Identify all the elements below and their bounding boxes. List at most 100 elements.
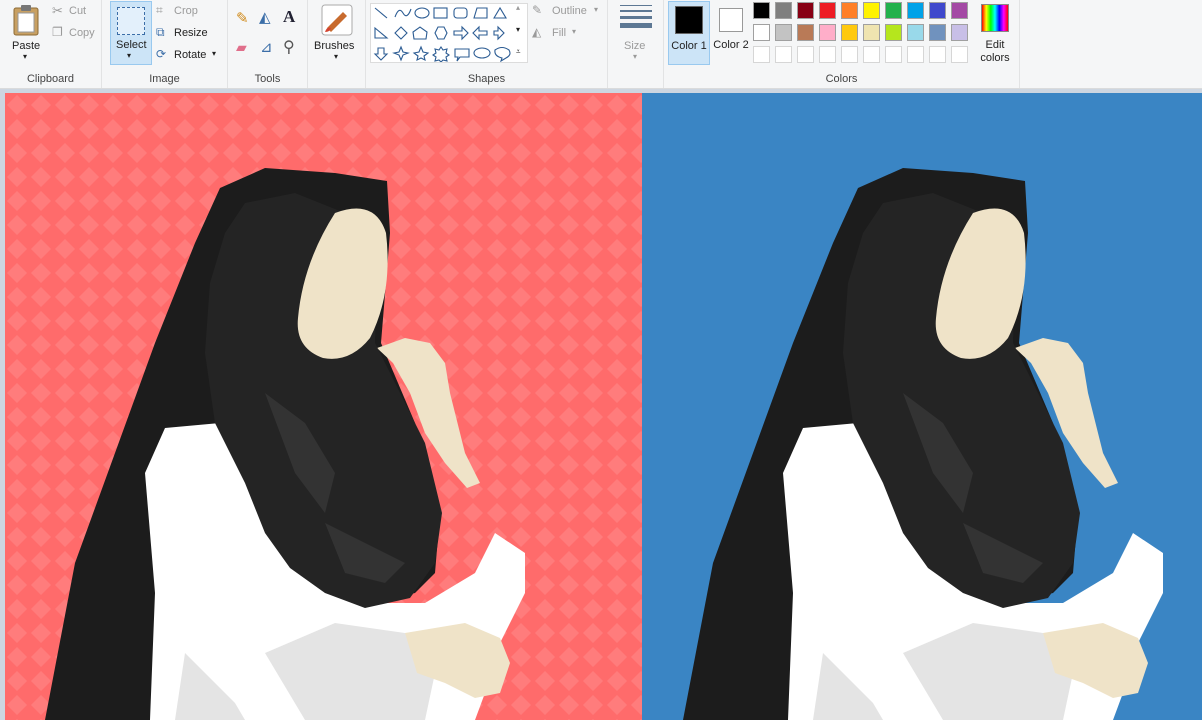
chevron-down-icon: ▾ <box>212 49 217 58</box>
ribbon: Paste ▾ ✂ Cut ❐ Copy Clipboard Select ▾ … <box>0 0 1202 89</box>
rotate-label: Rotate <box>174 49 207 61</box>
clipboard-group-label: Clipboard <box>26 73 75 85</box>
color1-button[interactable]: Color 1 <box>668 1 710 65</box>
crop-icon: ⌗ <box>156 3 163 17</box>
color-palette <box>753 2 973 66</box>
size-label: Size <box>624 40 646 52</box>
palette-swatch[interactable] <box>797 2 814 19</box>
resize-button[interactable]: ⧉ Resize <box>156 25 222 43</box>
resize-icon: ⧉ <box>156 25 165 39</box>
shapes-scroll[interactable]: ▴ ▾ ⩡ <box>514 3 526 63</box>
expand-icon: ⩡ <box>516 47 521 56</box>
fill-label: Fill <box>552 27 567 39</box>
palette-swatch[interactable] <box>907 24 924 41</box>
size-group: Size ▾ <box>608 0 664 88</box>
magnifier-icon[interactable]: ⚲ <box>283 37 295 57</box>
canvas-area <box>0 89 1202 720</box>
palette-custom-slot[interactable] <box>885 46 902 63</box>
palette-swatch[interactable] <box>863 2 880 19</box>
palette-custom-slot[interactable] <box>753 46 770 63</box>
clipboard-icon <box>13 5 39 36</box>
cut-button[interactable]: ✂ Cut <box>50 3 98 21</box>
palette-custom-slot[interactable] <box>841 46 858 63</box>
shapes-group: ▴ ▾ ⩡ ✎ Outline ▾ ◭ Fill ▾ Shapes <box>366 0 608 88</box>
palette-swatch[interactable] <box>885 24 902 41</box>
outline-button[interactable]: ✎ Outline ▾ <box>532 3 606 21</box>
color-wheel-icon <box>981 4 1009 32</box>
drawing-canvas[interactable] <box>5 93 1202 720</box>
select-label: Select <box>116 39 147 51</box>
palette-swatch[interactable] <box>819 2 836 19</box>
palette-swatch[interactable] <box>775 24 792 41</box>
chevron-down-icon: ▾ <box>633 52 638 61</box>
size-lines-icon <box>620 5 652 28</box>
color2-swatch <box>719 8 743 32</box>
shapes-group-label: Shapes <box>467 73 506 85</box>
brushes-group: Brushes ▾ <box>308 0 366 88</box>
size-button[interactable]: Size ▾ <box>614 2 658 64</box>
image-group: Select ▾ ⌗ Crop ⧉ Resize ⟳ Rotate ▾ Imag… <box>102 0 228 88</box>
colors-group-label: Colors <box>825 73 858 85</box>
hijab-artwork <box>5 93 1202 720</box>
color-picker-icon[interactable]: ⊿ <box>260 38 273 56</box>
chevron-down-icon: ▾ <box>334 52 339 61</box>
palette-custom-slot[interactable] <box>951 46 968 63</box>
chevron-down-icon: ▾ <box>594 5 599 14</box>
chevron-down-icon: ▾ <box>572 27 577 36</box>
colors-group: Color 1 Color 2 Edit colors Colors <box>664 0 1020 88</box>
outline-label: Outline <box>552 5 587 17</box>
color2-label: Color 2 <box>713 39 749 51</box>
select-button[interactable]: Select ▾ <box>110 1 152 65</box>
palette-custom-slot[interactable] <box>797 46 814 63</box>
paste-label: Paste <box>12 40 41 52</box>
rotate-button[interactable]: ⟳ Rotate ▾ <box>156 47 224 65</box>
palette-custom-slot[interactable] <box>929 46 946 63</box>
clipboard-group: Paste ▾ ✂ Cut ❐ Copy Clipboard <box>0 0 102 88</box>
palette-swatch[interactable] <box>841 24 858 41</box>
crop-button[interactable]: ⌗ Crop <box>156 3 216 21</box>
palette-swatch[interactable] <box>841 2 858 19</box>
fill-bucket-icon[interactable]: ◭ <box>259 8 271 26</box>
chevron-down-icon: ▾ <box>23 52 28 61</box>
paste-button[interactable]: Paste ▾ <box>6 2 46 64</box>
palette-swatch[interactable] <box>819 24 836 41</box>
fill-button[interactable]: ◭ Fill ▾ <box>532 25 592 43</box>
palette-swatch[interactable] <box>929 2 946 19</box>
palette-swatch[interactable] <box>753 2 770 19</box>
chevron-down-icon: ▾ <box>127 51 132 60</box>
palette-custom-slot[interactable] <box>819 46 836 63</box>
edit-colors-button[interactable]: Edit colors <box>976 2 1018 66</box>
brushes-button[interactable]: Brushes ▾ <box>312 2 362 64</box>
fill-icon: ◭ <box>532 25 542 39</box>
palette-custom-slot[interactable] <box>907 46 924 63</box>
palette-swatch[interactable] <box>951 24 968 41</box>
palette-custom-slot[interactable] <box>775 46 792 63</box>
palette-swatch[interactable] <box>775 2 792 19</box>
copy-label: Copy <box>69 27 95 39</box>
text-icon[interactable]: A <box>283 7 295 27</box>
tools-group-label: Tools <box>254 73 281 85</box>
palette-swatch[interactable] <box>863 24 880 41</box>
eraser-icon[interactable]: ▰ <box>236 39 247 56</box>
rotate-icon: ⟳ <box>156 47 167 61</box>
palette-swatch[interactable] <box>885 2 902 19</box>
shapes-gallery[interactable] <box>370 3 528 63</box>
shapes-icon <box>373 6 511 62</box>
palette-swatch[interactable] <box>907 2 924 19</box>
palette-custom-slot[interactable] <box>863 46 880 63</box>
copy-icon: ❐ <box>52 25 63 39</box>
color2-button[interactable]: Color 2 <box>712 1 750 65</box>
color1-swatch <box>675 6 703 34</box>
palette-swatch[interactable] <box>797 24 814 41</box>
scissors-icon: ✂ <box>52 3 63 18</box>
pencil-icon[interactable]: ✎ <box>236 9 249 27</box>
resize-label: Resize <box>174 27 208 39</box>
palette-swatch[interactable] <box>929 24 946 41</box>
brush-icon <box>321 4 353 36</box>
palette-swatch[interactable] <box>951 2 968 19</box>
copy-button[interactable]: ❐ Copy <box>50 25 100 43</box>
outline-icon: ✎ <box>532 3 543 17</box>
selection-icon <box>117 7 145 35</box>
palette-swatch[interactable] <box>753 24 770 41</box>
chevron-down-icon: ▾ <box>516 25 521 34</box>
